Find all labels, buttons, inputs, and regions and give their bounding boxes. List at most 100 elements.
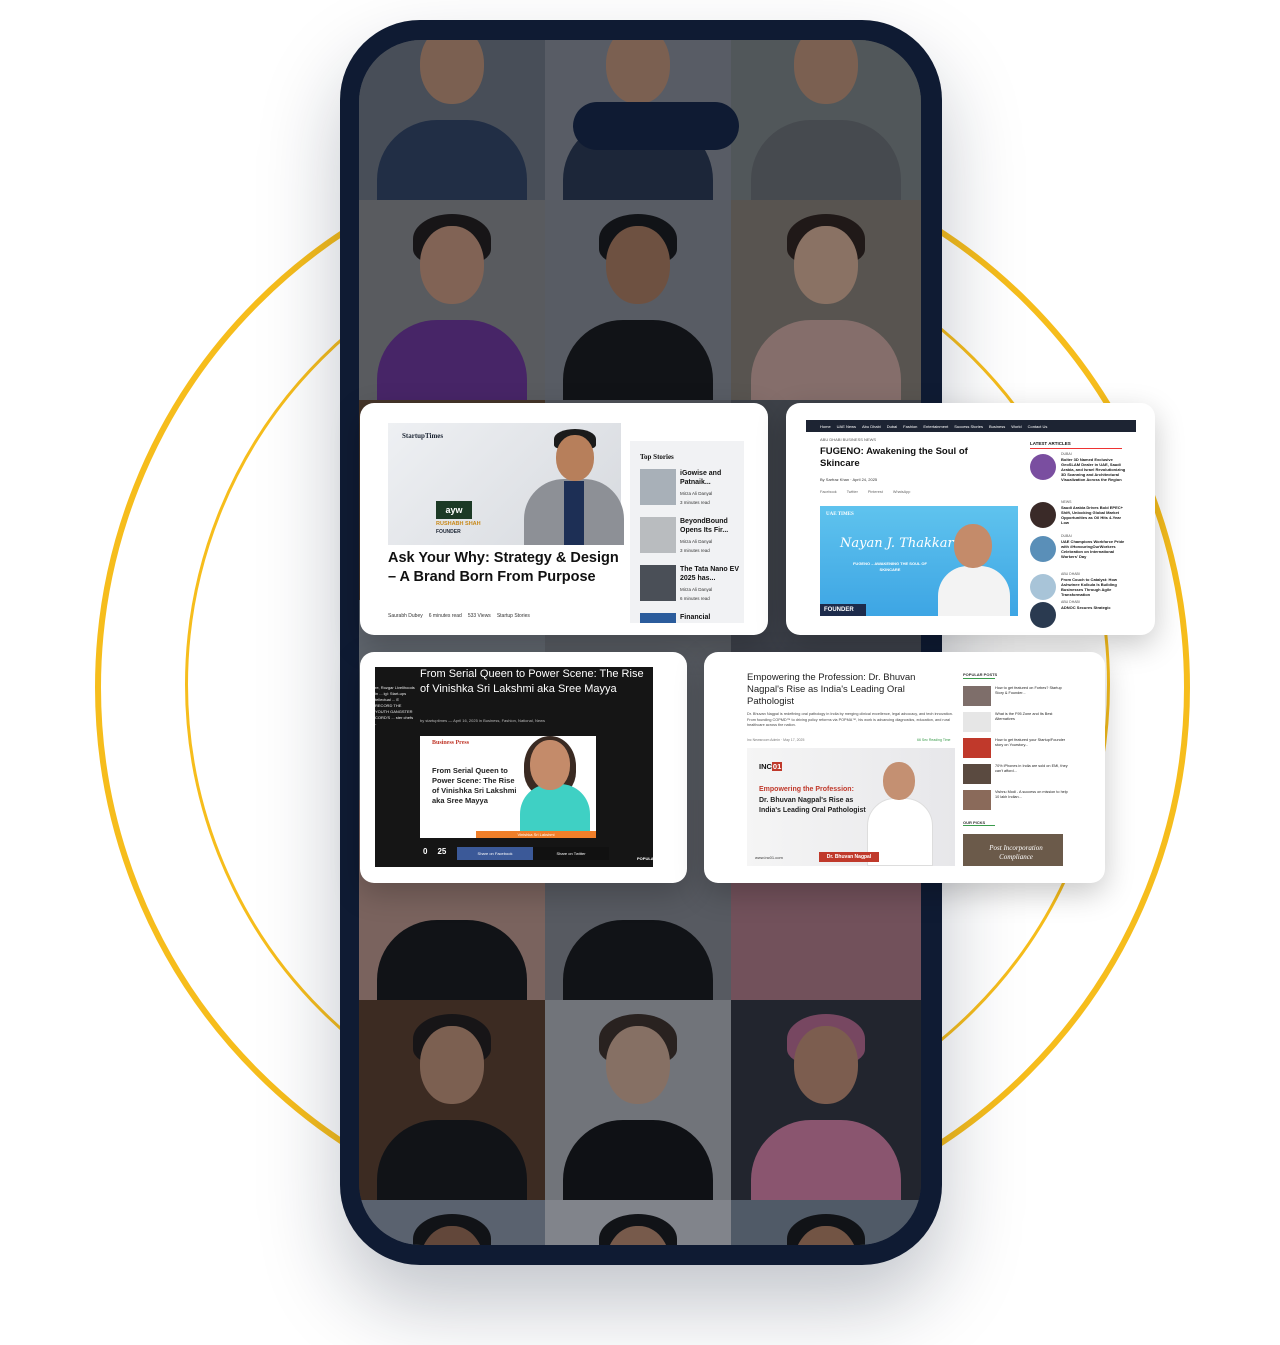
logo-part-a: INC (759, 762, 772, 771)
founder-photo (731, 40, 921, 200)
image-title-line2: Dr. Bhuvan Nagpal's Rise as India's Lead… (759, 797, 866, 814)
post-title[interactable]: Vishnu Modi - A success on mission to he… (995, 790, 1069, 800)
share-facebook-button[interactable]: Share on Facebook (457, 847, 533, 860)
popular-post-item[interactable]: 70% iPhones in India are sold on EMI, th… (963, 764, 1073, 786)
founder-photo (359, 1200, 545, 1245)
dynamic-island (573, 102, 739, 150)
post-thumbnail (963, 686, 991, 706)
latest-item[interactable]: DUBAI UAE Champions Workforce Pride with … (1030, 534, 1130, 568)
latest-text[interactable]: UAE Champions Workforce Pride with #Hono… (1061, 539, 1127, 559)
founder-photo (731, 1000, 921, 1200)
author-name[interactable]: Saurabh Dubey (388, 613, 423, 619)
latest-tag: ABU DHABI (1061, 600, 1080, 604)
article-title[interactable]: Empowering the Profession: Dr. Bhuvan Na… (747, 672, 947, 708)
latest-thumbnail (1030, 502, 1056, 528)
phone-mockup (340, 20, 942, 1265)
whatsapp-share-button[interactable]: WhatsApp (893, 490, 911, 494)
doctor-face (883, 762, 915, 800)
latest-text[interactable]: Bolter 3D Named Exclusive GeoSLAM Dealer… (1061, 457, 1127, 482)
facebook-share-button[interactable]: Facebook (820, 490, 837, 494)
site-nav: Home UAE News Abu Dhabi Dubai Fashion En… (806, 420, 1136, 432)
latest-item[interactable]: ABU DHABI ADNOC Secures Strategic (1030, 600, 1130, 628)
nav-item[interactable]: Dubai (887, 424, 897, 429)
share-counts: 0 25 (423, 847, 446, 856)
latest-tag: DUBAI (1061, 534, 1072, 538)
article-summary: Dr. Bhuvan Nagpal is redefining oral pat… (747, 712, 953, 727)
post-title[interactable]: 70% iPhones in India are sold on EMI, th… (995, 764, 1069, 774)
post-title[interactable]: How to get featured on Forbes? Startup S… (995, 686, 1069, 696)
our-picks-underline (963, 825, 995, 826)
latest-tag: DUBAI (1061, 452, 1072, 456)
story-thumbnail (640, 469, 676, 505)
founder-photo (731, 1200, 921, 1245)
popular-underline (963, 678, 995, 679)
popular-post-item[interactable]: What is the F95 Zone and Its Best Altern… (963, 712, 1073, 734)
nav-item[interactable]: UAE News (837, 424, 856, 429)
story-title[interactable]: Financial (680, 613, 742, 622)
story-item[interactable]: iGowise and Patnaik... Mirza Ali Danyal … (640, 469, 744, 513)
article-card-business-press[interactable]: re, Rozgar Livelihoods in ... igi: Start… (360, 652, 687, 883)
our-pick-banner[interactable]: Post Incorporation Compliance (963, 834, 1063, 866)
article-category[interactable]: ABU DHABI BUSINESS NEWS (820, 437, 876, 442)
latest-item[interactable]: NEWS Saudi Arabia Drives Bold EPEC+ Shift… (1030, 500, 1130, 534)
nav-item[interactable]: World (1011, 424, 1021, 429)
post-title[interactable]: How to get featured your Startup/Founder… (995, 738, 1069, 748)
nav-item[interactable]: Business (989, 424, 1005, 429)
story-read-time: 3 minutes read (680, 500, 710, 505)
latest-text[interactable]: Saudi Arabia Drives Bold EPEC+ Shift, Un… (1061, 505, 1127, 525)
our-pick-text[interactable]: Post Incorporation Compliance (981, 844, 1051, 862)
story-read-time: 3 minutes read (680, 548, 710, 553)
popular-post-item[interactable]: How to get featured on Forbes? Startup S… (963, 686, 1073, 708)
category-link[interactable]: Startup Stories (497, 613, 530, 619)
founder-badge: FOUNDER (820, 604, 866, 616)
founder-photo (545, 1000, 731, 1200)
founder-face (954, 524, 992, 568)
story-thumbnail (640, 517, 676, 553)
post-title[interactable]: What is the F95 Zone and Its Best Altern… (995, 712, 1069, 722)
twitter-share-button[interactable]: Twitter (847, 490, 858, 494)
post-thumbnail (963, 764, 991, 784)
story-title[interactable]: BeyondBound Opens Its Fir... (680, 517, 742, 535)
nav-item[interactable]: Abu Dhabi (862, 424, 881, 429)
nav-item[interactable]: Home (820, 424, 831, 429)
story-item[interactable]: BeyondBound Opens Its Fir... Mirza Ali D… (640, 517, 744, 561)
post-thumbnail (963, 712, 991, 732)
story-title[interactable]: iGowise and Patnaik... (680, 469, 742, 487)
article-title[interactable]: From Serial Queen to Power Scene: The Ri… (420, 667, 650, 697)
article-card-startup-times[interactable]: StartupTimes ayw RUSHABH SHAH FOUNDER As… (360, 403, 768, 635)
share-twitter-button[interactable]: Share on Twitter (533, 847, 609, 860)
popular-posts-title: POPULAR POSTS (963, 672, 998, 677)
doctor-name-bar: Dr. Bhuvan Nagpal (819, 852, 879, 862)
dark-article-page: re, Rozgar Livelihoods in ... igi: Start… (375, 667, 687, 867)
article-title[interactable]: Ask Your Why: Strategy & Design – A Bran… (388, 549, 620, 586)
brand-part-a: Startup (402, 432, 425, 440)
image-title-line1: Empowering the Profession: (759, 786, 854, 793)
latest-text[interactable]: From Couch to Catalyst: How Ashwinee Kol… (1061, 577, 1127, 597)
article-title[interactable]: FUGENO: Awakening the Soul of Skincare (820, 446, 1000, 470)
image-url: www.inc01.com (755, 855, 783, 860)
latest-text[interactable]: ADNOC Secures Strategic (1061, 605, 1127, 610)
pinterest-share-button[interactable]: Pinterest (868, 490, 883, 494)
founder-photo (520, 784, 590, 834)
founder-photo (359, 40, 545, 200)
nav-item[interactable]: Entertainment (923, 424, 948, 429)
latest-item[interactable]: DUBAI Bolter 3D Named Exclusive GeoSLAM D… (1030, 452, 1130, 486)
story-item[interactable]: The Tata Nano EV 2025 has... Mirza Ali D… (640, 565, 744, 609)
story-title[interactable]: The Tata Nano EV 2025 has... (680, 565, 742, 583)
latest-tag: ABU DHABI (1061, 572, 1080, 576)
read-time: 6 minutes read (428, 613, 462, 619)
nav-item[interactable]: Contact Us (1028, 424, 1048, 429)
article-card-inc01[interactable]: Empowering the Profession: Dr. Bhuvan Na… (704, 652, 1105, 883)
hero-role: FOUNDER (436, 529, 461, 535)
story-author: Mirza Ali Danyal (680, 491, 713, 496)
latest-title: LATEST ARTICLES (1030, 441, 1071, 446)
founder-photo (359, 1000, 545, 1200)
share-buttons: Facebook Twitter Pinterest WhatsApp (820, 490, 910, 494)
story-item[interactable]: Financial (640, 613, 744, 623)
popular-post-item[interactable]: Vishnu Modi - A success on mission to he… (963, 790, 1073, 812)
nav-item[interactable]: Success Stories (954, 424, 983, 429)
latest-thumbnail (1030, 536, 1056, 562)
popular-post-item[interactable]: How to get featured your Startup/Founder… (963, 738, 1073, 760)
article-card-uae-times[interactable]: Home UAE News Abu Dhabi Dubai Fashion En… (786, 403, 1155, 635)
nav-item[interactable]: Fashion (903, 424, 917, 429)
